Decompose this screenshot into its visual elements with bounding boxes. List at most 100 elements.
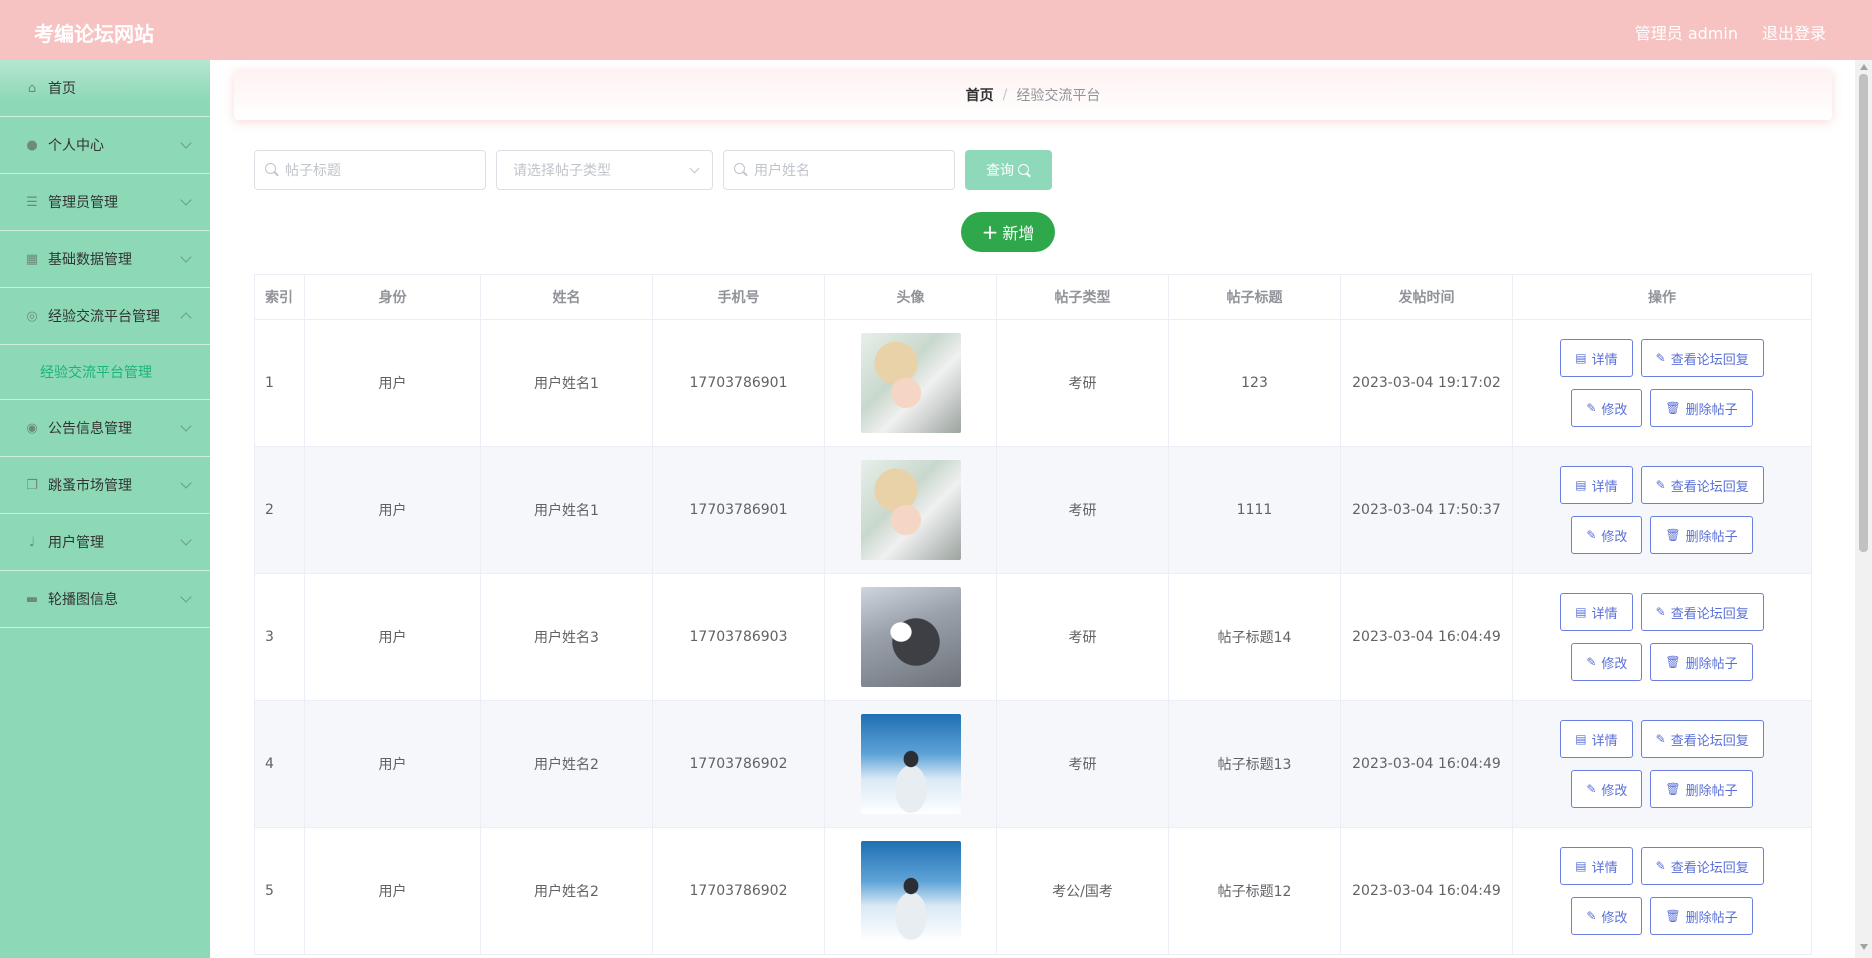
user-icon: ● — [26, 137, 38, 153]
cell-phone: 17703786902 — [652, 700, 825, 828]
submenu-item-experience-platform[interactable]: 经验交流平台管理 — [0, 345, 210, 400]
cell-post-type: 考研 — [996, 573, 1169, 701]
delete-post-button[interactable]: 🗑 删除帖子 — [1650, 516, 1753, 554]
avatar[interactable] — [860, 841, 961, 941]
edit-button[interactable]: ✎ 修改 — [1571, 770, 1643, 808]
view-replies-button[interactable]: ✎ 查看论坛回复 — [1640, 720, 1764, 758]
grid-icon: ▦ — [25, 251, 39, 267]
edit-button-label: 修改 — [1601, 783, 1628, 799]
view-replies-button[interactable]: ✎ 查看论坛回复 — [1640, 847, 1764, 885]
edit-button[interactable]: ✎ 修改 — [1571, 643, 1643, 681]
chevron-up-icon — [180, 312, 192, 324]
cell-post-type: 考公/国考 — [996, 827, 1169, 955]
cell-role: 用户 — [304, 319, 481, 447]
header-user-area: 管理员 admin 退出登录 — [1635, 20, 1826, 44]
cell-post-title: 1111 — [1168, 446, 1341, 574]
post-title-search-input[interactable]: 帖子标题 — [254, 150, 486, 190]
sidebar-item-1[interactable]: ● 个人中心 — [0, 117, 210, 174]
document-icon: ▤ — [1575, 478, 1587, 492]
cell-avatar — [824, 827, 997, 955]
cell-actions: ▤ 详情 ✎ 查看论坛回复 ✎ 修改 🗑 删除帖子 — [1512, 573, 1812, 701]
post-type-select[interactable]: 请选择帖子类型 — [496, 150, 713, 190]
header-avatar: 头像 — [824, 274, 997, 320]
query-button[interactable]: 查询 — [965, 150, 1052, 190]
cell-post-time: 2023-03-04 16:04:49 — [1340, 573, 1513, 701]
header-phone: 手机号 — [652, 274, 825, 320]
document-icon: ▤ — [1575, 605, 1587, 619]
avatar[interactable] — [860, 587, 961, 687]
edit-button[interactable]: ✎ 修改 — [1571, 389, 1643, 427]
logout-link[interactable]: 退出登录 — [1762, 20, 1826, 44]
edit-icon: ✎ — [1586, 401, 1597, 415]
avatar[interactable] — [860, 333, 961, 433]
microphone-icon: ♩ — [28, 534, 36, 550]
sidebar-item-5[interactable]: ◉ 公告信息管理 — [0, 400, 210, 457]
edit-button-label: 修改 — [1601, 402, 1628, 418]
edit-button[interactable]: ✎ 修改 — [1571, 897, 1643, 935]
briefcase-icon: ▬ — [25, 591, 39, 607]
admin-label: 管理员 admin — [1634, 24, 1738, 43]
home-icon: ⌂ — [27, 80, 37, 96]
chevron-down-icon — [180, 251, 192, 263]
view-replies-button[interactable]: ✎ 查看论坛回复 — [1640, 593, 1764, 631]
delete-post-button[interactable]: 🗑 删除帖子 — [1650, 770, 1753, 808]
trash-icon: 🗑 — [1665, 401, 1681, 415]
sidebar-item-8[interactable]: ▬ 轮播图信息 — [0, 571, 210, 628]
cell-index: 2 — [254, 446, 305, 574]
view-replies-button[interactable]: ✎ 查看论坛回复 — [1640, 466, 1764, 504]
edit-icon: ✎ — [1586, 528, 1597, 542]
detail-button-label: 详情 — [1591, 606, 1618, 622]
delete-post-button-label: 删除帖子 — [1685, 529, 1738, 545]
document-icon: ▤ — [1575, 732, 1587, 746]
sidebar-item-2[interactable]: ☰ 管理员管理 — [0, 174, 210, 231]
cell-role: 用户 — [304, 446, 481, 574]
sidebar-item-3[interactable]: ▦ 基础数据管理 — [0, 231, 210, 288]
view-replies-button[interactable]: ✎ 查看论坛回复 — [1640, 339, 1764, 377]
plus-icon: + — [981, 220, 999, 244]
view-replies-button-label: 查看论坛回复 — [1670, 479, 1749, 495]
sidebar-item-label: 用户管理 — [48, 535, 104, 551]
view-replies-button-label: 查看论坛回复 — [1670, 352, 1749, 368]
delete-post-button-label: 删除帖子 — [1685, 402, 1738, 418]
sidebar-item-label: 个人中心 — [48, 138, 104, 154]
delete-post-button-label: 删除帖子 — [1685, 783, 1738, 799]
sidebar-item-0[interactable]: ⌂ 首页 — [0, 60, 210, 117]
edit-button[interactable]: ✎ 修改 — [1571, 516, 1643, 554]
sidebar-item-4[interactable]: ◎ 经验交流平台管理 — [0, 288, 210, 345]
search-icon — [265, 163, 279, 177]
cell-index: 3 — [254, 573, 305, 701]
copy-icon: ❐ — [26, 477, 38, 493]
breadcrumb: 首页 / 经验交流平台 — [234, 70, 1832, 120]
add-button[interactable]: + 新增 — [961, 212, 1055, 252]
breadcrumb-home[interactable]: 首页 — [966, 85, 994, 105]
detail-button[interactable]: ▤ 详情 — [1560, 720, 1633, 758]
header-name: 姓名 — [480, 274, 653, 320]
avatar[interactable] — [860, 460, 961, 560]
delete-post-button-label: 删除帖子 — [1685, 656, 1738, 672]
delete-post-button[interactable]: 🗑 删除帖子 — [1650, 389, 1753, 427]
username-search-input[interactable]: 用户姓名 — [723, 150, 955, 190]
breadcrumb-current: 经验交流平台 — [1016, 88, 1101, 104]
sidebar-item-6[interactable]: ❐ 跳蚤市场管理 — [0, 457, 210, 514]
delete-post-button[interactable]: 🗑 删除帖子 — [1650, 643, 1753, 681]
cell-actions: ▤ 详情 ✎ 查看论坛回复 ✎ 修改 🗑 删除帖子 — [1512, 700, 1812, 828]
detail-button[interactable]: ▤ 详情 — [1560, 339, 1633, 377]
sidebar-item-7[interactable]: ♩ 用户管理 — [0, 514, 210, 571]
scroll-down-arrow-icon[interactable] — [1860, 944, 1868, 950]
detail-button[interactable]: ▤ 详情 — [1560, 847, 1633, 885]
scroll-up-arrow-icon[interactable] — [1860, 64, 1868, 70]
header-index: 索引 — [254, 274, 305, 320]
sidebar-item-label: 管理员管理 — [48, 195, 118, 211]
cell-name: 用户姓名3 — [480, 573, 653, 701]
chevron-down-icon — [180, 137, 192, 149]
detail-button[interactable]: ▤ 详情 — [1560, 593, 1633, 631]
location-icon: ◉ — [26, 420, 38, 436]
delete-post-button[interactable]: 🗑 删除帖子 — [1650, 897, 1753, 935]
cell-phone: 17703786901 — [652, 446, 825, 574]
detail-button[interactable]: ▤ 详情 — [1560, 466, 1633, 504]
view-replies-button-label: 查看论坛回复 — [1670, 860, 1749, 876]
scroll-thumb[interactable] — [1859, 74, 1868, 552]
avatar[interactable] — [860, 714, 961, 814]
post-type-placeholder: 请选择帖子类型 — [513, 163, 611, 179]
cell-post-time: 2023-03-04 16:04:49 — [1340, 700, 1513, 828]
